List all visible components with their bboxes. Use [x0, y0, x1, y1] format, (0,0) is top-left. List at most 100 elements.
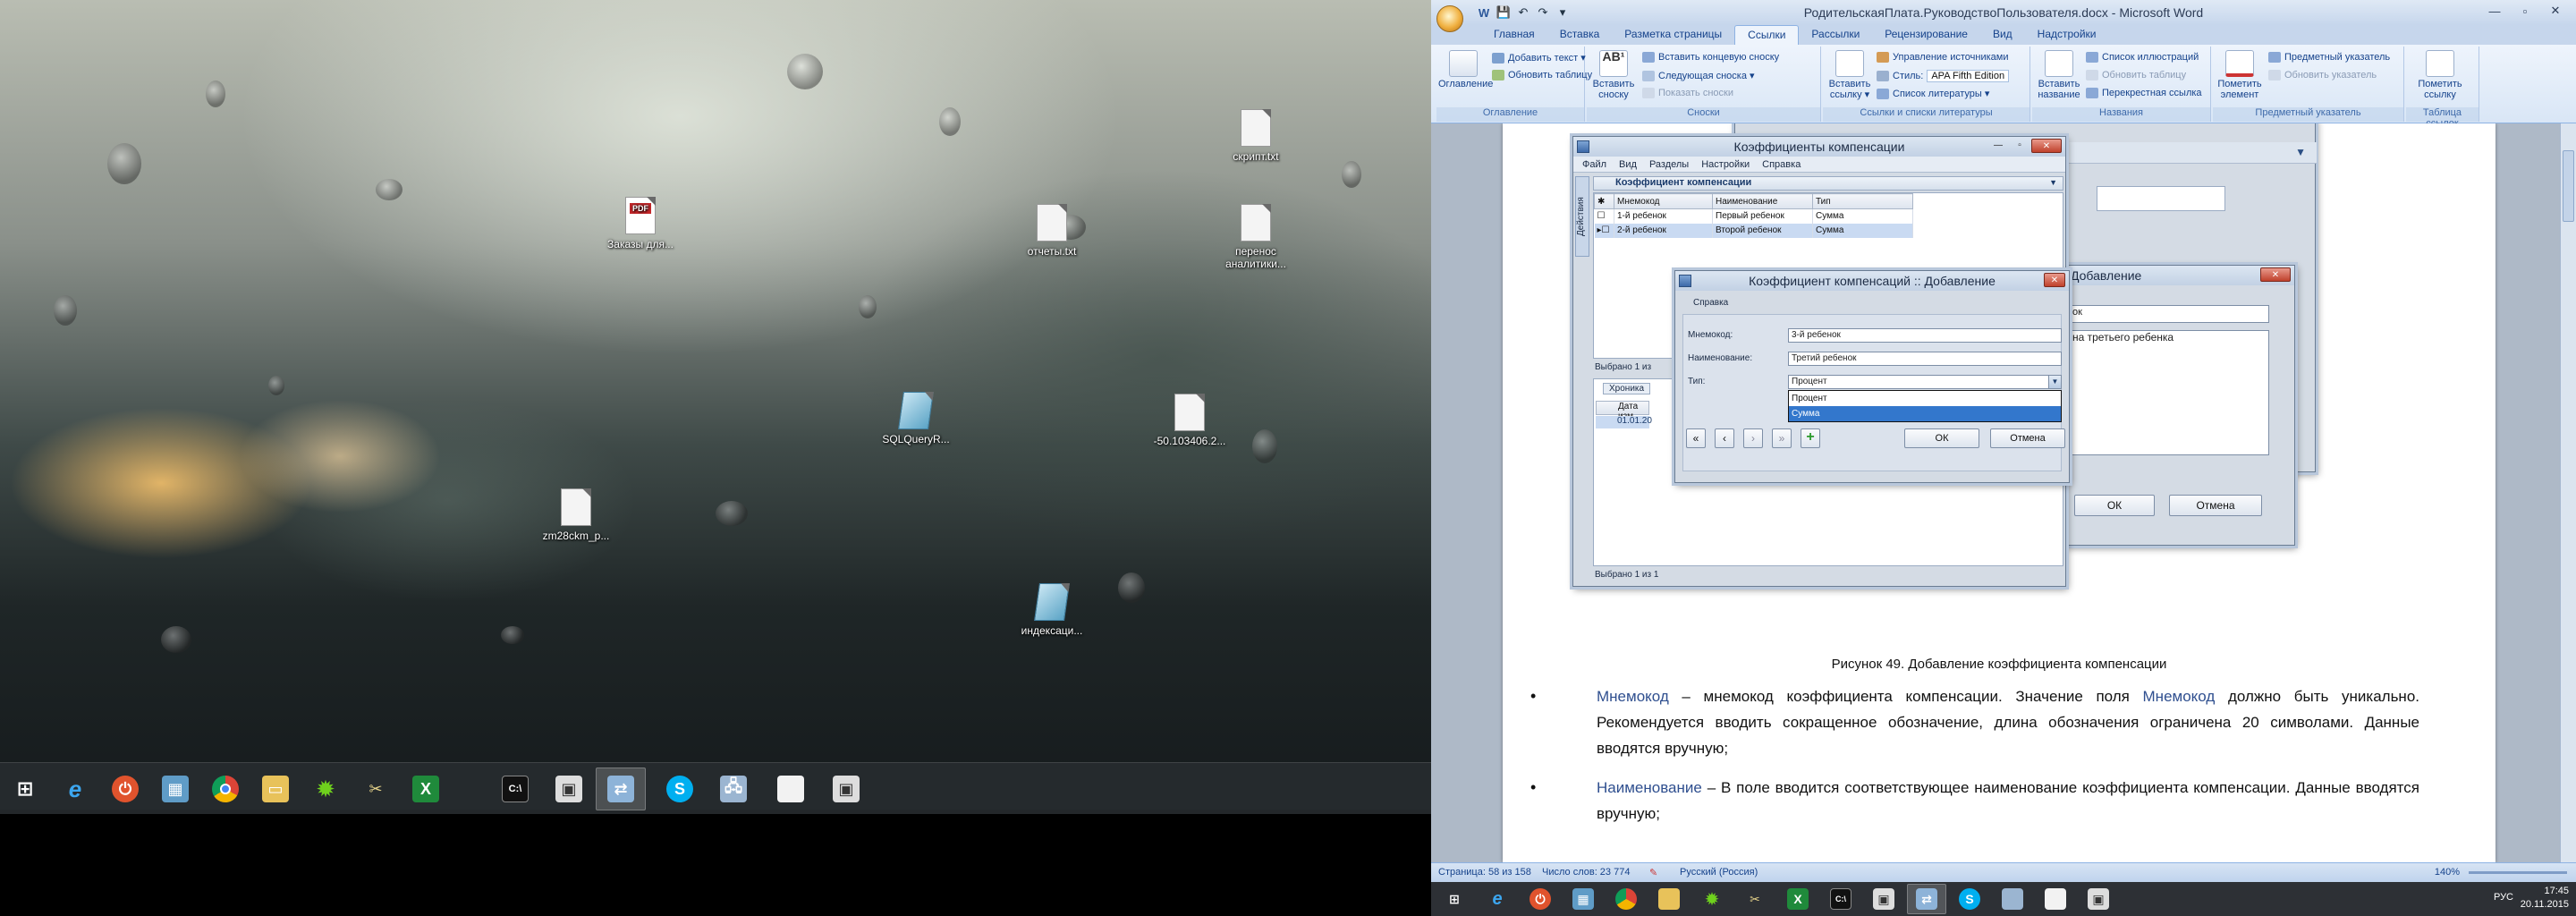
office-button[interactable]: [1436, 5, 1463, 32]
status-page[interactable]: Страница: 58 из 158: [1438, 867, 1531, 878]
desktop-icon-index[interactable]: индексаци...: [1009, 583, 1095, 637]
tab-review[interactable]: Рецензирование: [1872, 25, 1980, 45]
desktop-icon-sqlquery[interactable]: SQLQueryR...: [873, 392, 959, 445]
col-mnemo[interactable]: Мнемокод: [1614, 193, 1713, 209]
option-percent[interactable]: Процент: [1789, 391, 2061, 406]
taskbar-network[interactable]: 🖧: [708, 768, 758, 810]
right-cancel-button[interactable]: Отмена: [2169, 495, 2262, 516]
update-figures-button[interactable]: Обновить таблицу: [2086, 70, 2186, 81]
tab-addins[interactable]: Надстройки: [2025, 25, 2109, 45]
nav-prev-button[interactable]: ‹: [1715, 428, 1734, 448]
taskbar-window-app[interactable]: ▣: [544, 768, 594, 810]
desktop-icon-file-50[interactable]: -50.103406.2...: [1147, 394, 1233, 447]
manage-sources-button[interactable]: Управление источниками: [1877, 52, 2008, 63]
right-field-mnemo[interactable]: ок: [2069, 305, 2269, 323]
row-selector[interactable]: ☐: [1594, 208, 1614, 224]
style-dropdown[interactable]: APA Fifth Edition: [1927, 70, 2010, 82]
bibliography-button[interactable]: Список литературы ▾: [1877, 88, 1989, 99]
insert-citation-button[interactable]: Вставить ссылку ▾: [1825, 50, 1875, 100]
tab-view[interactable]: Вид: [1980, 25, 2025, 45]
taskbar-gear-app[interactable]: ✹: [301, 768, 351, 810]
system-clock[interactable]: 17:45 20.11.2015: [2521, 885, 2569, 912]
menu-sections[interactable]: Разделы: [1649, 157, 1689, 172]
close-button[interactable]: ✕: [2540, 2, 2571, 20]
nav-first-button[interactable]: «: [1686, 428, 1706, 448]
table-row[interactable]: ☐ 1-й ребенок Первый ребенок Сумма: [1594, 208, 1913, 224]
next-footnote-button[interactable]: Следующая сноска ▾: [1642, 70, 1755, 81]
taskbar-window-app-2[interactable]: ▣: [821, 768, 871, 810]
taskbar-window-app-2[interactable]: ▣: [2079, 884, 2118, 914]
taskbar-remote-app[interactable]: ⇄: [1907, 884, 1946, 914]
status-language[interactable]: Русский (Россия): [1680, 867, 1758, 878]
taskbar-document[interactable]: [766, 768, 816, 810]
close-icon[interactable]: ✕: [2044, 273, 2065, 287]
tab-mailings[interactable]: Рассылки: [1799, 25, 1872, 45]
name-input[interactable]: Третий ребенок: [1788, 352, 2062, 366]
insert-footnote-button[interactable]: AB¹ Вставить сноску: [1589, 50, 1639, 100]
taskbar-explorer[interactable]: ▭: [250, 768, 301, 810]
menu-view[interactable]: Вид: [1619, 157, 1637, 172]
taskbar-chrome[interactable]: [200, 768, 250, 810]
taskbar-gear-app[interactable]: ✹: [1692, 884, 1732, 914]
start-button[interactable]: ⊞: [1435, 884, 1474, 914]
menu-settings[interactable]: Настройки: [1701, 157, 1750, 172]
desktop-icon-script[interactable]: скрипт.txt: [1213, 109, 1299, 163]
tab-page-layout[interactable]: Разметка страницы: [1612, 25, 1734, 45]
col-type[interactable]: Тип: [1812, 193, 1913, 209]
zoom-slider[interactable]: [2469, 871, 2567, 874]
actions-side-tab[interactable]: Действия: [1575, 176, 1589, 257]
taskbar-file-manager[interactable]: ▦: [1563, 884, 1603, 914]
show-notes-button[interactable]: Показать сноски: [1642, 88, 1733, 98]
maximize-icon[interactable]: ▫: [2010, 139, 2029, 153]
nav-last-button[interactable]: »: [1772, 428, 1792, 448]
desktop-icon-zm28[interactable]: zm28ckm_p...: [533, 488, 619, 542]
taskbar-skype[interactable]: S: [1950, 884, 1989, 914]
taskbar-terminal[interactable]: C:\: [1821, 884, 1860, 914]
start-button[interactable]: ⊞: [0, 768, 50, 810]
toc-button[interactable]: Оглавление: [1438, 50, 1493, 89]
cross-reference-button[interactable]: Перекрестная ссылка: [2086, 88, 2202, 98]
history-row[interactable]: 01.01.20: [1596, 416, 1652, 428]
zoom-level[interactable]: 140%: [2435, 867, 2460, 878]
taskbar-document[interactable]: [2036, 884, 2075, 914]
taskbar-ie[interactable]: e: [1478, 884, 1517, 914]
history-col-date[interactable]: Дата изм: [1596, 401, 1649, 421]
taskbar-chrome[interactable]: [1606, 884, 1646, 914]
mnemo-input[interactable]: 3-й ребенок: [1788, 328, 2062, 343]
desktop-icon-reports[interactable]: отчеты.txt: [1009, 204, 1095, 258]
insert-endnote-button[interactable]: Вставить концевую сноску: [1642, 52, 1779, 63]
tab-history[interactable]: Хроника: [1603, 383, 1651, 394]
collapse-icon[interactable]: ▼: [2049, 178, 2057, 187]
mark-entry-button[interactable]: Пометить элемент: [2215, 50, 2265, 100]
scroll-thumb[interactable]: [2563, 150, 2574, 222]
right-field-notes[interactable]: на третьего ребенка: [2069, 330, 2269, 455]
taskbar-file-manager[interactable]: ▦: [150, 768, 200, 810]
tab-home[interactable]: Главная: [1481, 25, 1547, 45]
close-icon[interactable]: ✕: [2031, 139, 2062, 153]
taskbar-tools[interactable]: ✂: [1735, 884, 1775, 914]
taskbar-media-player[interactable]: ⏻: [100, 768, 150, 810]
taskbar-tools[interactable]: ✂: [351, 768, 401, 810]
taskbar-skype[interactable]: S: [655, 768, 705, 810]
add-text-button[interactable]: Добавить текст ▾: [1492, 52, 1586, 64]
new-row-icon[interactable]: ✱: [1594, 193, 1614, 209]
table-row[interactable]: ▸☐ 2-й ребенок Второй ребенок Сумма: [1594, 223, 1913, 238]
type-select[interactable]: Процент ▼: [1788, 375, 2062, 389]
taskbar-excel[interactable]: X: [401, 768, 451, 810]
insert-index-button[interactable]: Предметный указатель: [2268, 52, 2390, 63]
col-name[interactable]: Наименование: [1712, 193, 1813, 209]
desktop-icon-pdf[interactable]: PDF Заказы для...: [597, 197, 683, 250]
update-index-button[interactable]: Обновить указатель: [2268, 70, 2377, 81]
taskbar-network[interactable]: [1993, 884, 2032, 914]
taskbar-terminal[interactable]: C:\: [490, 768, 540, 810]
insert-caption-button[interactable]: Вставить название: [2034, 50, 2084, 100]
taskbar-explorer[interactable]: [1649, 884, 1689, 914]
minimize-icon[interactable]: —: [1988, 139, 2008, 153]
spellcheck-icon[interactable]: ✎: [1649, 867, 1657, 878]
status-words[interactable]: Число слов: 23 774: [1542, 867, 1630, 878]
add-record-button[interactable]: +: [1801, 428, 1820, 448]
taskbar-window-app[interactable]: ▣: [1864, 884, 1903, 914]
style-selector[interactable]: Стиль: APA Fifth Edition: [1877, 70, 2010, 82]
mark-citation-button[interactable]: Пометить ссылку: [2415, 50, 2465, 100]
maximize-button[interactable]: ▫: [2510, 2, 2540, 20]
